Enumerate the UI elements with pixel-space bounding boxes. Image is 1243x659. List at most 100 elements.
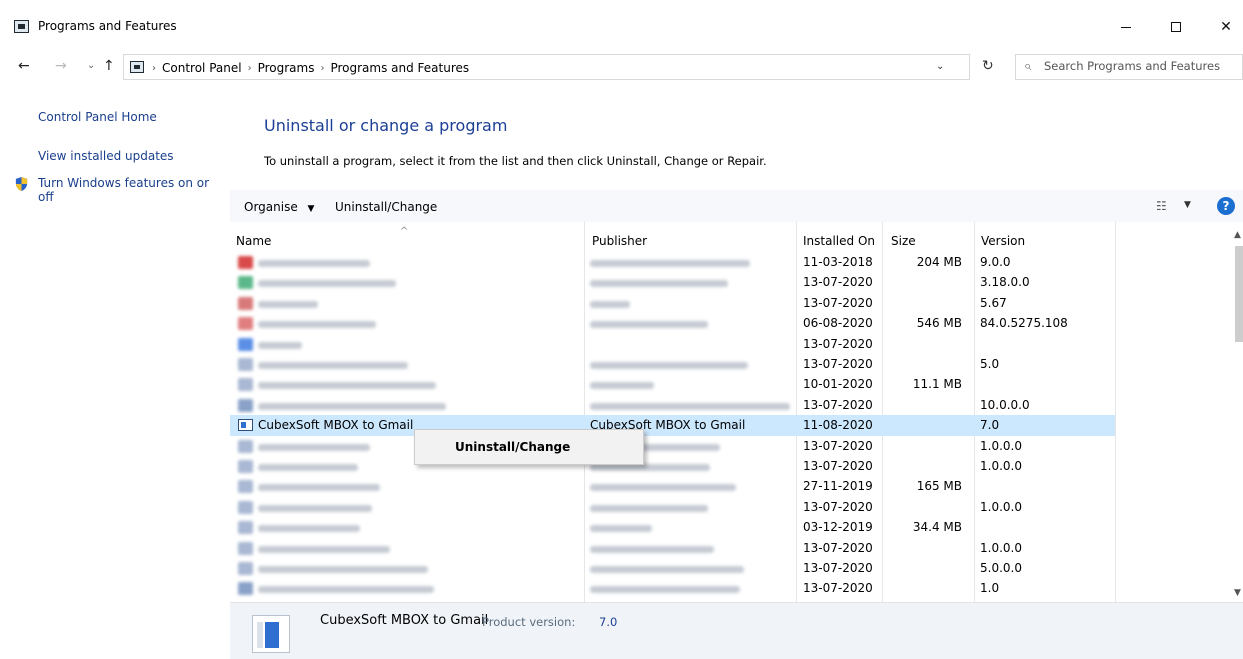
breadcrumb: › Control Panel › Programs › Programs an… (152, 61, 469, 75)
table-row[interactable]: 13-07-2020 5.67 (230, 293, 1115, 314)
scrollbar-thumb[interactable] (1235, 246, 1243, 342)
redacted-name (258, 260, 370, 267)
table-row[interactable]: 13-07-2020 5.0 (230, 354, 1115, 375)
column-header-version[interactable]: Version (981, 234, 1025, 248)
table-row[interactable]: 11-03-2018 204 MB 9.0.0 (230, 252, 1115, 273)
redacted-publisher (590, 545, 714, 553)
cell-version: 5.0 (980, 357, 1000, 371)
redacted-name (258, 402, 446, 410)
redacted-publisher (590, 300, 630, 308)
view-installed-updates-link[interactable]: View installed updates (38, 149, 174, 163)
table-row[interactable]: 03-12-2019 34.4 MB (230, 517, 1115, 538)
breadcrumb-programs[interactable]: Programs (258, 61, 315, 75)
programs-and-features-window: Programs and Features ✕ ← → ⌄ ↑ › Contro… (0, 0, 1243, 659)
recent-locations-chevron-icon[interactable]: ⌄ (87, 60, 95, 71)
context-menu-uninstall-change[interactable]: Uninstall/Change (455, 440, 570, 454)
program-icon (238, 500, 253, 514)
program-icon (238, 562, 253, 575)
scroll-up-arrow-icon[interactable]: ▲ (1234, 230, 1241, 240)
table-row[interactable]: 13-07-2020 3.18.0.0 (230, 272, 1115, 293)
control-panel-home-link[interactable]: Control Panel Home (38, 110, 157, 124)
list-header: ^ Name Publisher Installed On Size Versi… (230, 226, 1243, 250)
program-icon (238, 541, 253, 555)
program-icon (252, 615, 290, 653)
column-header-size[interactable]: Size (891, 234, 916, 248)
address-bar[interactable]: › Control Panel › Programs › Programs an… (123, 54, 970, 80)
program-icon (238, 317, 253, 331)
program-icon (238, 582, 253, 596)
close-button[interactable]: ✕ (1208, 14, 1243, 40)
turn-windows-features-link[interactable]: Turn Windows features on or off (38, 176, 220, 204)
search-icon: ⌕ (1024, 59, 1032, 74)
redacted-publisher (590, 484, 736, 492)
column-header-publisher[interactable]: Publisher (592, 234, 647, 248)
maximize-button[interactable] (1158, 14, 1194, 40)
table-row[interactable]: 06-08-2020 546 MB 84.0.5275.108 (230, 313, 1115, 334)
details-program-name: CubexSoft MBOX to Gmail (320, 613, 489, 628)
program-icon (238, 337, 253, 351)
cell-installed-on: 27-11-2019 (803, 479, 873, 494)
program-icon (238, 439, 253, 453)
cell-version: 84.0.5275.108 (980, 316, 1068, 331)
redacted-name (258, 545, 390, 553)
cell-version: 5.67 (980, 295, 1007, 310)
details-version-value: 7.0 (599, 615, 618, 629)
table-row[interactable]: 13-07-2020 10.0.0.0 (230, 395, 1115, 416)
back-arrow-icon[interactable]: ← (18, 58, 30, 74)
control-panel-icon (130, 61, 144, 73)
search-input[interactable] (1044, 59, 1240, 73)
refresh-icon[interactable]: ↻ (982, 58, 994, 74)
redacted-publisher (590, 321, 708, 329)
help-icon[interactable]: ? (1217, 197, 1235, 215)
redacted-publisher (590, 464, 710, 471)
program-icon (238, 521, 253, 535)
redacted-name (258, 443, 370, 451)
table-row[interactable]: CubexSoft MBOX to Gmail CubexSoft MBOX to… (230, 415, 1115, 437)
uninstall-change-button[interactable]: Uninstall/Change (335, 200, 437, 214)
cell-version: 3.18.0.0 (980, 275, 1030, 290)
redacted-publisher (590, 504, 708, 512)
chevron-down-icon[interactable]: ▼ (1184, 200, 1191, 210)
table-row[interactable]: 13-07-2020 1.0.0.0 (230, 456, 1115, 477)
chevron-right-icon[interactable]: › (320, 63, 324, 74)
view-options-icon[interactable]: ☷ (1156, 199, 1167, 213)
organise-button[interactable]: Organise ▼ (244, 200, 314, 214)
table-row[interactable]: 13-07-2020 1.0.0.0 (230, 538, 1115, 559)
cell-installed-on: 11-03-2018 (803, 255, 873, 269)
table-row[interactable]: 10-01-2020 11.1 MB (230, 374, 1115, 395)
cell-installed-on: 03-12-2019 (803, 520, 873, 535)
redacted-name (258, 280, 396, 288)
minimize-button[interactable] (1108, 14, 1144, 40)
redacted-name (258, 382, 436, 390)
breadcrumb-programs-and-features[interactable]: Programs and Features (330, 61, 469, 75)
table-row[interactable]: 27-11-2019 165 MB (230, 476, 1115, 497)
address-dropdown-chevron-icon[interactable]: ⌄ (936, 61, 944, 72)
redacted-publisher (590, 402, 790, 410)
table-row[interactable]: 13-07-2020 (230, 334, 1115, 355)
programs-list: ^ Name Publisher Installed On Size Versi… (230, 222, 1243, 602)
cell-size: 34.4 MB (912, 520, 962, 535)
title-bar: Programs and Features ✕ (0, 0, 1243, 44)
details-pane: CubexSoft MBOX to Gmail Product version:… (230, 602, 1243, 659)
redacted-name (258, 341, 302, 349)
search-box[interactable]: ⌕ (1015, 54, 1243, 80)
chevron-right-icon[interactable]: › (152, 63, 156, 74)
redacted-publisher (590, 362, 748, 369)
table-row[interactable]: 13-07-2020 1.0 (230, 578, 1115, 599)
chevron-right-icon[interactable]: › (248, 63, 252, 74)
breadcrumb-control-panel[interactable]: Control Panel (162, 61, 242, 75)
cell-installed-on: 13-07-2020 (803, 499, 873, 514)
column-header-installed-on[interactable]: Installed On (803, 234, 875, 248)
table-row[interactable]: 13-07-2020 1.0.0.0 (230, 436, 1115, 457)
table-row[interactable]: 13-07-2020 5.0.0.0 (230, 558, 1115, 579)
column-header-name[interactable]: Name (236, 234, 271, 248)
forward-arrow-icon[interactable]: → (55, 58, 67, 74)
table-row[interactable]: 13-07-2020 1.0.0.0 (230, 497, 1115, 518)
cell-installed-on: 13-07-2020 (803, 336, 873, 351)
up-arrow-icon[interactable]: ↑ (103, 58, 115, 74)
scroll-down-arrow-icon[interactable]: ▼ (1234, 588, 1241, 598)
cell-version: 1.0.0.0 (980, 459, 1022, 473)
program-icon (238, 398, 253, 412)
chevron-down-icon: ▼ (307, 204, 315, 214)
cell-version: 1.0.0.0 (980, 499, 1022, 514)
